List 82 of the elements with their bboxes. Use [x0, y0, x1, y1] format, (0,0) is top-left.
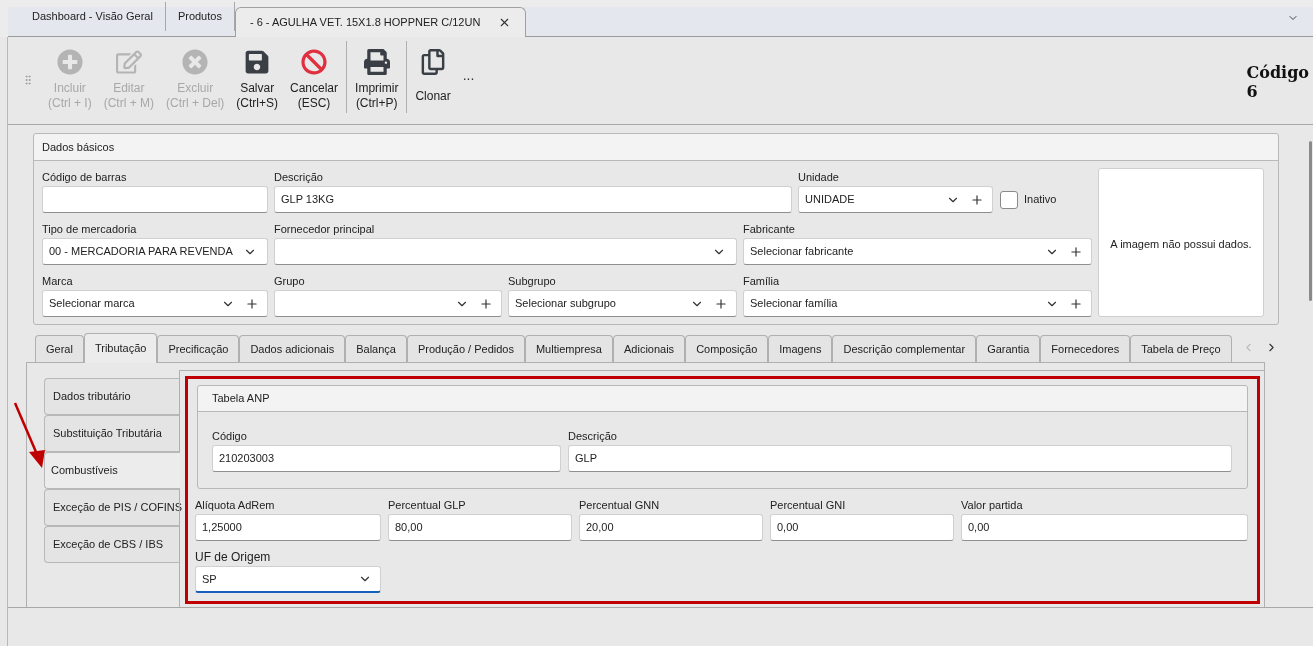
- field-label: Unidade: [798, 170, 840, 185]
- tab[interactable]: Garantia: [976, 335, 1041, 362]
- field-label: Alíquota AdRem: [195, 498, 276, 513]
- scrollbar-thumb[interactable]: [1309, 141, 1312, 301]
- field-label: UF de Origem: [195, 549, 272, 566]
- tab[interactable]: Adicionais: [613, 335, 686, 362]
- printer-icon: [363, 49, 390, 75]
- toolbar-button[interactable]: Clonar: [409, 47, 457, 104]
- select-field[interactable]: [274, 238, 737, 265]
- field-label: Fabricante: [743, 222, 796, 237]
- field-label: Código: [212, 429, 248, 444]
- select-field[interactable]: Selecionar marca: [42, 290, 268, 317]
- tab[interactable]: Dados adicionais: [239, 335, 346, 362]
- select-field[interactable]: Selecionar subgrupo: [508, 290, 737, 317]
- more-button[interactable]: ...: [462, 65, 475, 86]
- input-field[interactable]: GLP: [568, 445, 1232, 472]
- copy-icon: [420, 49, 447, 75]
- input-field[interactable]: 210203003: [212, 445, 561, 472]
- field-label: Percentual GLP: [388, 498, 467, 513]
- field-label: Percentual GNN: [579, 498, 661, 513]
- tab[interactable]: Fornecedores: [1040, 335, 1131, 362]
- field-label: Descrição: [568, 429, 618, 444]
- select-field[interactable]: [274, 290, 502, 317]
- toolbar-button[interactable]: Salvar (Ctrl+S): [230, 47, 284, 111]
- field-label: Grupo: [274, 274, 306, 289]
- document-tab[interactable]: - 6 - AGULHA VET. 15X1.8 HOPPNER C/12UN: [234, 7, 527, 37]
- field-label: Percentual GNI: [770, 498, 847, 513]
- tab[interactable]: Precificação: [157, 335, 240, 362]
- checkbox-label: Inativo: [1024, 192, 1057, 208]
- input-field[interactable]: 20,00: [579, 514, 763, 541]
- field-label: Código de barras: [42, 170, 128, 185]
- cancel-icon: [301, 49, 328, 75]
- toolbar-button[interactable]: Cancelar (ESC): [284, 47, 345, 111]
- input-field[interactable]: [42, 186, 268, 213]
- tab[interactable]: Geral: [35, 335, 84, 362]
- add-icon[interactable]: [970, 192, 984, 207]
- field-label: Subgrupo: [508, 274, 557, 289]
- side-tab[interactable]: Exceção de CBS / IBS: [44, 526, 179, 563]
- tab[interactable]: Tributação: [83, 333, 158, 363]
- grip-icon[interactable]: [22, 73, 34, 87]
- side-tab[interactable]: Dados tributário: [44, 378, 179, 415]
- field-label: Valor partida: [961, 498, 1024, 513]
- field-label: Descrição: [274, 170, 324, 185]
- tab[interactable]: Imagens: [768, 335, 833, 362]
- add-icon[interactable]: [714, 296, 728, 311]
- tab[interactable]: Balança: [345, 335, 407, 362]
- document-tab[interactable]: Dashboard - Visão Geral: [20, 2, 166, 31]
- side-tab[interactable]: Substituição Tributária: [44, 415, 179, 452]
- input-field[interactable]: 1,25000: [195, 514, 381, 541]
- input-field[interactable]: 0,00: [770, 514, 954, 541]
- add-icon[interactable]: [1069, 244, 1083, 259]
- document-tab[interactable]: Produtos: [165, 2, 235, 31]
- record-code-value: 6: [1246, 82, 1259, 101]
- annotation-arrow: [12, 400, 48, 470]
- input-field[interactable]: 0,00: [961, 514, 1248, 541]
- edit-icon: [115, 49, 142, 75]
- input-field[interactable]: GLP 13KG: [274, 186, 792, 213]
- field-label: Tipo de mercadoria: [42, 222, 138, 237]
- tab[interactable]: Descrição complementar: [832, 335, 977, 362]
- image-field[interactable]: A imagem não possui dados.: [1098, 168, 1264, 317]
- select-field[interactable]: SP: [195, 566, 381, 593]
- tab[interactable]: Multiempresa: [524, 335, 613, 362]
- select-field[interactable]: Selecionar fabricante: [743, 238, 1092, 265]
- input-field[interactable]: 80,00: [388, 514, 572, 541]
- save-icon: [244, 49, 271, 75]
- side-tab[interactable]: Combustíveis: [44, 452, 180, 489]
- field-label: Marca: [42, 274, 74, 289]
- field-label: Fornecedor principal: [274, 222, 376, 237]
- tab[interactable]: Produção / Pedidos: [406, 335, 525, 362]
- add-icon[interactable]: [1069, 296, 1083, 311]
- group-title: Tabela ANP: [212, 391, 270, 407]
- tab[interactable]: Tabela de Preço: [1130, 335, 1232, 362]
- select-field[interactable]: UNIDADE: [798, 186, 993, 213]
- toolbar-button[interactable]: Imprimir (Ctrl+P): [349, 47, 405, 111]
- tab[interactable]: Composição: [685, 335, 769, 362]
- add-icon[interactable]: [479, 296, 493, 311]
- select-field[interactable]: Selecionar família: [743, 290, 1092, 317]
- panel-title: Dados básicos: [42, 139, 115, 155]
- record-code-label: Código: [1246, 63, 1309, 82]
- field-label: Família: [743, 274, 781, 289]
- add-icon[interactable]: [245, 296, 259, 311]
- select-field[interactable]: 00 - MERCADORIA PARA REVENDA: [42, 238, 268, 265]
